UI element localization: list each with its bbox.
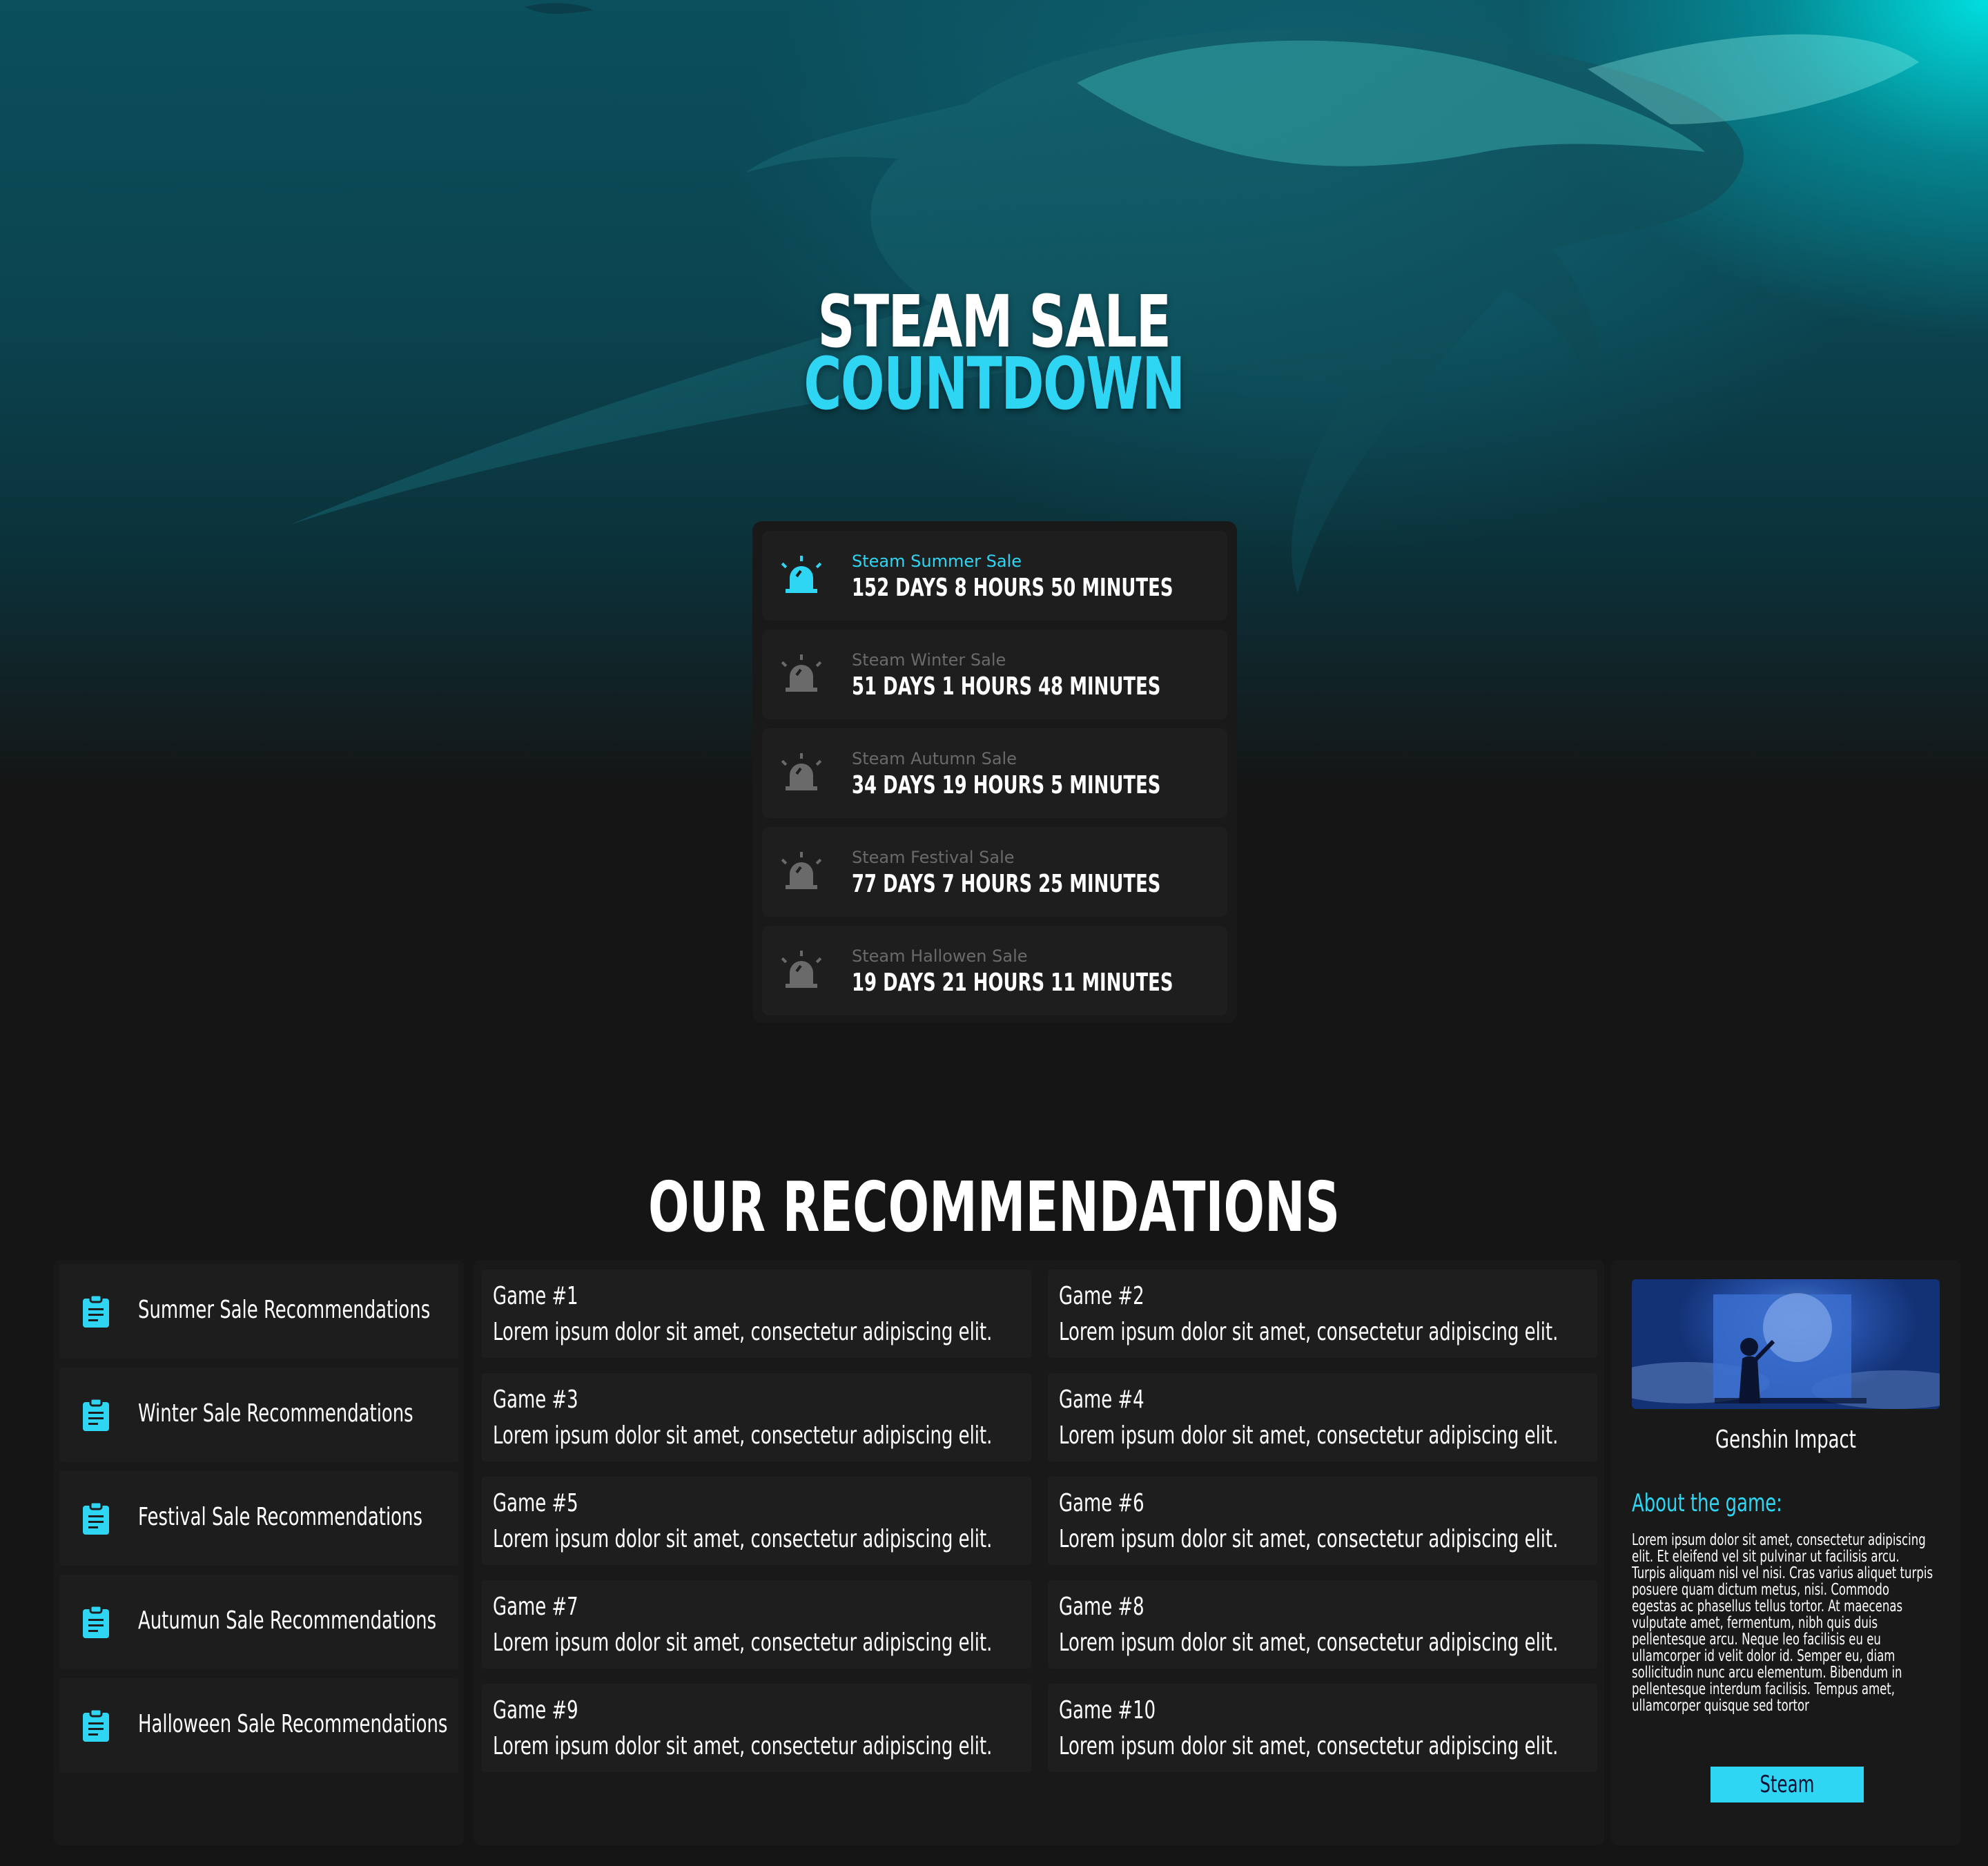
games-grid: Game #1 Lorem ipsum dolor sit amet, cons… — [474, 1260, 1604, 1845]
countdown-item-autumn[interactable]: Steam Autumn Sale 34 DAYS 19 HOURS 5 MIN… — [762, 728, 1227, 818]
featured-game-image — [1632, 1279, 1940, 1409]
game-card-4[interactable]: Game #4 Lorem ipsum dolor sit amet, cons… — [1048, 1373, 1597, 1461]
game-description: Lorem ipsum dolor sit amet, consectetur … — [493, 1318, 993, 1346]
game-title: Game #7 — [493, 1593, 578, 1621]
game-title: Game #6 — [1059, 1489, 1144, 1517]
alarm-icon — [781, 852, 822, 889]
countdown-value: 19 DAYS 21 HOURS 11 MINUTES — [852, 969, 1173, 997]
recommendations-title: OUR RECOMMENDATIONS — [647, 1167, 1341, 1247]
category-label: Winter Sale Recommendations — [138, 1399, 413, 1428]
game-card-3[interactable]: Game #3 Lorem ipsum dolor sit amet, cons… — [482, 1373, 1031, 1461]
clipboard-icon — [83, 1501, 109, 1535]
category-label: Halloween Sale Recommendations — [138, 1710, 448, 1738]
game-card-9[interactable]: Game #9 Lorem ipsum dolor sit amet, cons… — [482, 1684, 1031, 1772]
game-title: Game #10 — [1059, 1696, 1156, 1724]
game-card-7[interactable]: Game #7 Lorem ipsum dolor sit amet, cons… — [482, 1580, 1031, 1669]
steam-button-label: Steam — [1760, 1771, 1815, 1798]
countdown-label: Steam Winter Sale — [852, 650, 1006, 670]
featured-game-description: Lorem ipsum dolor sit amet, consectetur … — [1632, 1531, 1933, 1715]
alarm-icon — [781, 654, 822, 692]
countdown-value: 34 DAYS 19 HOURS 5 MINUTES — [852, 771, 1161, 799]
category-label: Summer Sale Recommendations — [138, 1296, 431, 1324]
game-card-1[interactable]: Game #1 Lorem ipsum dolor sit amet, cons… — [482, 1270, 1031, 1358]
countdown-label: Steam Hallowen Sale — [852, 946, 1028, 966]
game-title: Game #9 — [493, 1696, 578, 1724]
game-description: Lorem ipsum dolor sit amet, consectetur … — [493, 1525, 993, 1553]
clipboard-icon — [83, 1398, 109, 1431]
countdown-label: Steam Festival Sale — [852, 848, 1015, 867]
alarm-icon — [781, 951, 822, 988]
category-festival[interactable]: Festival Sale Recommendations — [59, 1471, 458, 1566]
category-halloween[interactable]: Halloween Sale Recommendations — [59, 1678, 458, 1773]
alarm-icon — [781, 556, 822, 593]
game-card-2[interactable]: Game #2 Lorem ipsum dolor sit amet, cons… — [1048, 1270, 1597, 1358]
steam-button[interactable]: Steam — [1711, 1767, 1864, 1802]
game-title: Game #8 — [1059, 1593, 1144, 1621]
countdown-value: 152 DAYS 8 HOURS 50 MINUTES — [852, 574, 1173, 602]
clipboard-icon — [83, 1605, 109, 1638]
countdown-label: Steam Summer Sale — [852, 552, 1022, 571]
game-description: Lorem ipsum dolor sit amet, consectetur … — [1059, 1525, 1559, 1553]
game-description: Lorem ipsum dolor sit amet, consectetur … — [1059, 1629, 1559, 1657]
game-title: Game #3 — [493, 1386, 578, 1414]
game-description: Lorem ipsum dolor sit amet, consectetur … — [1059, 1421, 1559, 1450]
game-description: Lorem ipsum dolor sit amet, consectetur … — [493, 1629, 993, 1657]
countdown-item-winter[interactable]: Steam Winter Sale 51 DAYS 1 HOURS 48 MIN… — [762, 630, 1227, 719]
game-card-8[interactable]: Game #8 Lorem ipsum dolor sit amet, cons… — [1048, 1580, 1597, 1669]
about-label: About the game: — [1632, 1489, 1782, 1517]
countdown-item-summer[interactable]: Steam Summer Sale 152 DAYS 8 HOURS 50 MI… — [762, 531, 1227, 621]
featured-game-name: Genshin Impact — [1715, 1426, 1856, 1454]
game-card-6[interactable]: Game #6 Lorem ipsum dolor sit amet, cons… — [1048, 1477, 1597, 1565]
category-winter[interactable]: Winter Sale Recommendations — [59, 1368, 458, 1462]
category-label: Festival Sale Recommendations — [138, 1503, 422, 1531]
countdown-item-festival[interactable]: Steam Festival Sale 77 DAYS 7 HOURS 25 M… — [762, 827, 1227, 917]
countdown-item-halloween[interactable]: Steam Hallowen Sale 19 DAYS 21 HOURS 11 … — [762, 926, 1227, 1015]
alarm-icon — [781, 753, 822, 790]
category-summer[interactable]: Summer Sale Recommendations — [59, 1264, 458, 1359]
clipboard-icon — [83, 1294, 109, 1328]
game-description: Lorem ipsum dolor sit amet, consectetur … — [493, 1421, 993, 1450]
featured-game-artwork — [1632, 1279, 1940, 1409]
countdown-value: 77 DAYS 7 HOURS 25 MINUTES — [852, 870, 1161, 898]
countdown-value: 51 DAYS 1 HOURS 48 MINUTES — [852, 672, 1161, 701]
category-label: Autumun Sale Recommendations — [138, 1606, 437, 1635]
countdown-panel: Steam Summer Sale 152 DAYS 8 HOURS 50 MI… — [752, 521, 1237, 1023]
clipboard-icon — [83, 1709, 109, 1742]
game-title: Game #2 — [1059, 1282, 1144, 1310]
countdown-label: Steam Autumn Sale — [852, 749, 1017, 768]
game-card-5[interactable]: Game #5 Lorem ipsum dolor sit amet, cons… — [482, 1477, 1031, 1565]
game-title: Game #1 — [493, 1282, 578, 1310]
game-card-10[interactable]: Game #10 Lorem ipsum dolor sit amet, con… — [1048, 1684, 1597, 1772]
recommendation-categories: Summer Sale Recommendations Winter Sale … — [54, 1260, 464, 1845]
game-description: Lorem ipsum dolor sit amet, consectetur … — [1059, 1732, 1559, 1760]
game-title: Game #5 — [493, 1489, 578, 1517]
game-description: Lorem ipsum dolor sit amet, consectetur … — [1059, 1318, 1559, 1346]
featured-game-panel: Genshin Impact About the game: Lorem ips… — [1611, 1260, 1960, 1845]
hero-title-line2: COUNTDOWN — [803, 342, 1185, 426]
game-description: Lorem ipsum dolor sit amet, consectetur … — [493, 1732, 993, 1760]
category-autumn[interactable]: Autumun Sale Recommendations — [59, 1575, 458, 1669]
game-title: Game #4 — [1059, 1386, 1144, 1414]
